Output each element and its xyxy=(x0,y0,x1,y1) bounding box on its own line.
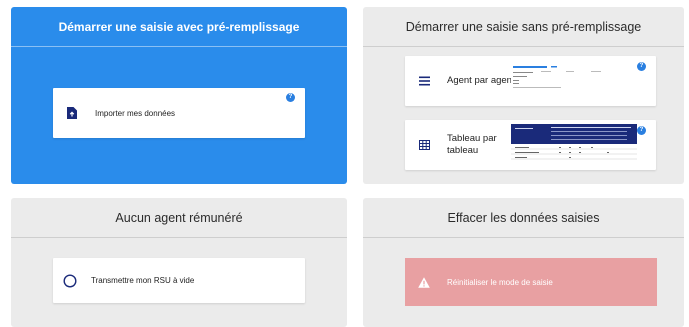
card-title: Effacer les données saisies xyxy=(363,198,684,238)
card-without-prefill: Démarrer une saisie sans pré-remplissage… xyxy=(363,7,684,184)
agent-form-preview xyxy=(511,64,637,98)
agent-by-agent-button[interactable]: Agent par agent ? xyxy=(405,56,656,106)
list-icon xyxy=(417,74,431,88)
help-icon[interactable]: ? xyxy=(637,126,646,135)
transmit-empty-rsu-button[interactable]: Transmettre mon RSU à vide xyxy=(53,258,305,303)
reset-entry-mode-label: Réinitialiser le mode de saisie xyxy=(447,277,553,287)
card-erase: Effacer les données saisies Réinitialise… xyxy=(363,198,684,327)
card-no-agent: Aucun agent rémunéré Transmettre mon RSU… xyxy=(11,198,347,327)
card-title: Démarrer une saisie sans pré-remplissage xyxy=(363,7,684,47)
table-by-table-label: Tableau par tableau xyxy=(447,133,497,156)
import-data-button[interactable]: Importer mes données ? xyxy=(53,88,305,138)
transmit-empty-rsu-label: Transmettre mon RSU à vide xyxy=(91,276,195,285)
file-upload-icon xyxy=(65,106,79,120)
help-icon[interactable]: ? xyxy=(286,93,295,102)
radio-circle-icon xyxy=(63,273,77,288)
table-by-table-button[interactable]: Tableau par tableau ? xyxy=(405,120,656,170)
card-title: Aucun agent rémunéré xyxy=(11,198,347,238)
help-icon[interactable]: ? xyxy=(637,62,646,71)
agent-by-agent-label: Agent par agent xyxy=(447,75,515,86)
card-title: Démarrer une saisie avec pré-remplissage xyxy=(11,7,347,47)
grid-icon xyxy=(417,138,431,152)
card-with-prefill: Démarrer une saisie avec pré-remplissage… xyxy=(11,7,347,184)
table-preview xyxy=(511,124,637,166)
reset-entry-mode-button[interactable]: Réinitialiser le mode de saisie xyxy=(405,258,657,306)
warning-icon xyxy=(417,275,431,289)
import-data-label: Importer mes données xyxy=(95,108,176,118)
